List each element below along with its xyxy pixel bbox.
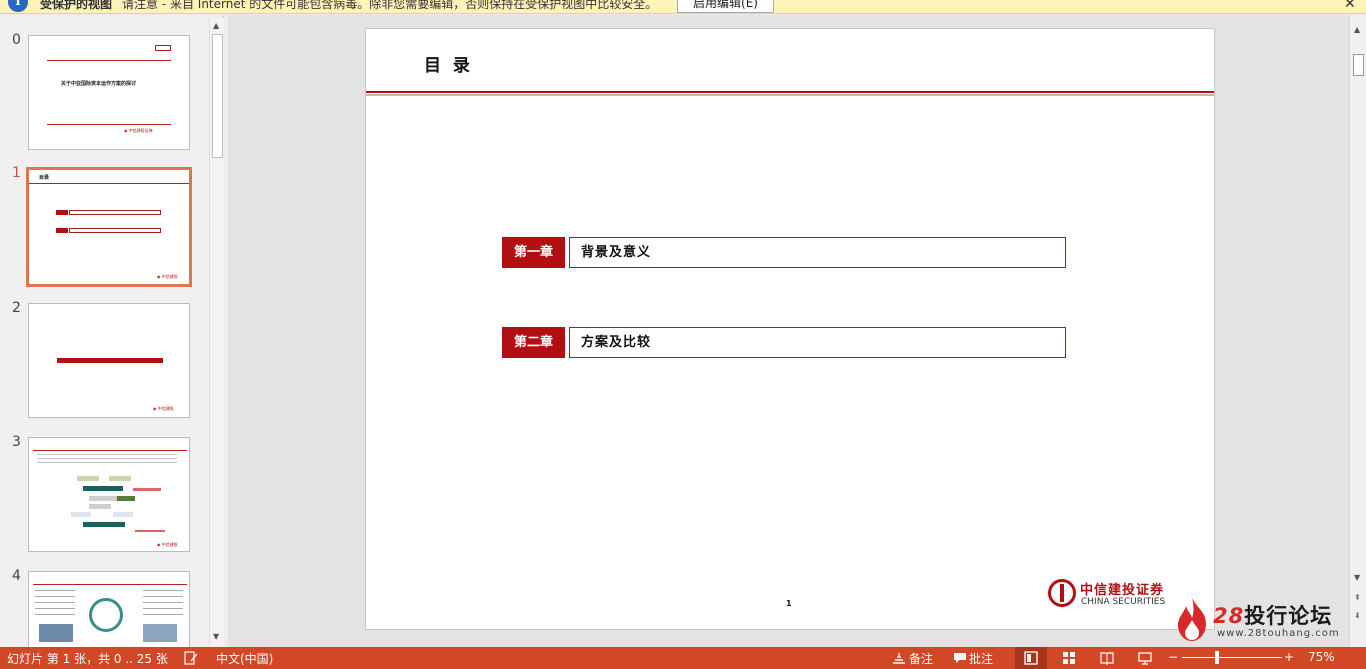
chapter-2-label: 方案及比较 [569,327,1066,358]
thumb-text-lines [37,454,177,464]
thumb-rule [33,450,187,451]
thumb-rule [47,60,171,61]
thumb-title: 关于中亚国际资本运作方案的探讨 [61,81,137,87]
thumb-flow-box [77,476,99,481]
thumb-logo: ◉ 中信建投 [157,542,178,547]
thumb-photo [39,624,73,642]
thumb-rule [33,584,187,585]
zoom-out-button[interactable]: − [1168,650,1178,664]
protected-view-bar: i 受保护的视图 请注意 - 来自 Internet 的文件可能包含病毒。除非您… [0,0,1366,14]
thumb-section-bar [57,358,163,363]
scroll-down-icon[interactable]: ▼ [1354,573,1360,582]
zoom-slider-track[interactable] [1182,657,1282,658]
watermark-brand: 28投行论坛 [1213,600,1332,630]
slide-sorter-icon[interactable] [1062,651,1076,665]
company-logo-en: CHINA SECURITIES [1081,597,1166,607]
comments-icon[interactable] [953,651,967,665]
thumbnail-number: 2 [12,300,21,316]
slide-thumbnail-0[interactable]: 关于中亚国际资本运作方案的探讨 ◉ 中信建投证券 [28,35,190,150]
title-rule-shadow [366,94,1214,96]
thumb-flow-box [117,496,135,501]
scroll-down-icon[interactable]: ▼ [213,632,219,641]
thumb-flow-box [113,512,133,517]
thumb-chapter-box [69,210,161,215]
thumbnail-scrollbar[interactable]: ▲ ▼ [209,18,224,646]
thumb-logo: ◉ 中信建投 [153,406,174,411]
notes-button[interactable]: 备注 [909,650,933,667]
notes-icon[interactable] [892,651,906,665]
chapter-1-tag: 第一章 [502,237,565,268]
slide-count: 幻灯片 第 1 张，共 0 .. 25 张 [7,652,168,666]
zoom-level[interactable]: 75% [1308,650,1335,664]
forum-watermark: 28投行论坛 www.28touhang.com [1175,594,1355,646]
watermark-text: 投行论坛 [1244,604,1333,628]
company-logo: 中信建投证券 CHINA SECURITIES [1048,577,1178,611]
thumbnail-number: 0 [12,32,21,48]
thumb-chapter-tag [56,210,68,215]
thumb-rule [47,124,171,125]
thumb-flow-box [71,512,91,517]
chapter-1-label: 背景及意义 [569,237,1066,268]
thumb-flow-box [83,486,123,491]
thumb-flow-box [89,504,111,509]
thumb-annotation [133,488,161,491]
slideshow-icon[interactable] [1138,651,1152,665]
enable-editing-button[interactable]: 启用编辑(E) [677,0,774,13]
title-rule [366,91,1214,93]
zoom-slider-handle[interactable] [1215,651,1219,664]
thumb-flow-box [83,522,125,527]
slide-thumbnail-3[interactable]: ◉ 中信建投 [28,437,190,552]
thumb-text-lines [35,590,75,618]
scrollbar-thumb[interactable] [1353,54,1364,76]
language-indicator[interactable]: 中文(中国) [216,650,273,667]
zoom-in-button[interactable]: + [1284,650,1294,664]
protected-view-message: 请注意 - 来自 Internet 的文件可能包含病毒。除非您需要编辑，否则保持… [122,0,658,11]
slide-thumbnail-panel: 0 关于中亚国际资本运作方案的探讨 ◉ 中信建投证券 1 目录 ◉ 中信建投 2… [0,15,224,647]
company-logo-cn: 中信建投证券 [1080,583,1165,598]
protected-view-title: 受保护的视图 [40,0,113,11]
watermark-number: 28 [1213,604,1245,628]
slide-page-number: 1 [786,599,792,608]
chapter-2-tag: 第二章 [502,327,565,358]
company-logo-mark [1048,579,1076,607]
scroll-up-icon[interactable]: ▲ [1354,25,1360,34]
reading-view-icon[interactable] [1100,651,1114,665]
thumb-chapter-box [69,228,161,233]
thumbnail-number: 1 [12,165,21,181]
thumb-text-lines [143,590,183,618]
thumb-logo-circle [89,598,123,632]
thumb-tag-box [155,45,171,51]
spelling-check-icon[interactable] [184,651,198,665]
thumb-annotation [135,530,165,532]
thumbnail-number: 4 [12,568,21,584]
thumb-rule [29,183,189,184]
slide-title: 目 录 [424,56,473,76]
thumbnail-number: 3 [12,434,21,450]
status-bar: 幻灯片 第 1 张，共 0 .. 25 张 中文(中国) 备注 批注 − + 7… [0,647,1366,669]
thumb-title: 目录 [39,175,50,181]
scrollbar-thumb[interactable] [212,34,223,158]
thumb-logo: ◉ 中信建投 [157,274,178,279]
scroll-up-icon[interactable]: ▲ [213,21,219,30]
slide-scrollbar[interactable]: ▲ ▼ ⇞ ⇟ [1349,15,1366,647]
watermark-url: www.28touhang.com [1217,628,1340,639]
thumb-flow-box [109,476,131,481]
comments-button[interactable]: 批注 [969,650,993,667]
next-slide-icon[interactable]: ⇟ [1354,611,1361,620]
close-icon[interactable]: ✕ [1344,0,1356,12]
flame-logo-icon [1178,598,1206,641]
current-slide[interactable]: 目 录 第一章 背景及意义 第二章 方案及比较 1 中信建投证券 CHINA S… [365,28,1215,630]
thumb-photo [143,624,177,642]
thumb-logo: ◉ 中信建投证券 [124,128,153,133]
normal-view-icon[interactable] [1024,651,1038,665]
thumb-chapter-tag [56,228,68,233]
info-icon: i [8,0,28,12]
previous-slide-icon[interactable]: ⇞ [1354,593,1361,602]
slide-thumbnail-1[interactable]: 目录 ◉ 中信建投 [26,167,192,287]
slide-thumbnail-2[interactable]: ◉ 中信建投 [28,303,190,418]
slide-thumbnail-4[interactable] [28,571,190,647]
thumb-flow-box [89,496,117,501]
